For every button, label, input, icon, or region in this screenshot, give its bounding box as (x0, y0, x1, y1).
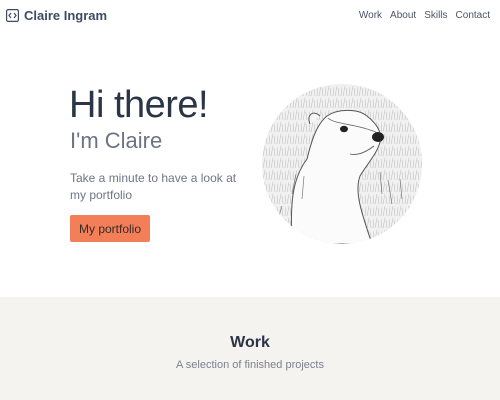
nav-link-skills[interactable]: Skills (424, 10, 447, 21)
brand-name: Claire Ingram (24, 8, 108, 23)
hero-description: Take a minute to have a look at my portf… (70, 171, 237, 202)
nav-link-about[interactable]: About (390, 10, 416, 21)
avatar (262, 84, 422, 244)
code-brackets-icon (6, 9, 19, 22)
work-section-subtitle: A selection of finished projects (176, 359, 324, 371)
brand-logo-link[interactable]: Claire Ingram (6, 8, 107, 23)
nav-links: Work About Skills Contact (359, 10, 490, 21)
hero-intro: I'm Claire (70, 128, 163, 153)
polar-bear-illustration (262, 84, 422, 244)
work-section-title: Work (230, 334, 270, 351)
hero-greeting: Hi there! (69, 84, 209, 126)
nav-link-work[interactable]: Work (359, 10, 382, 21)
portfolio-button[interactable]: My portfolio (70, 215, 150, 242)
nav-link-contact[interactable]: Contact (456, 10, 490, 21)
navbar: Claire Ingram Work About Skills Contact (0, 0, 500, 32)
